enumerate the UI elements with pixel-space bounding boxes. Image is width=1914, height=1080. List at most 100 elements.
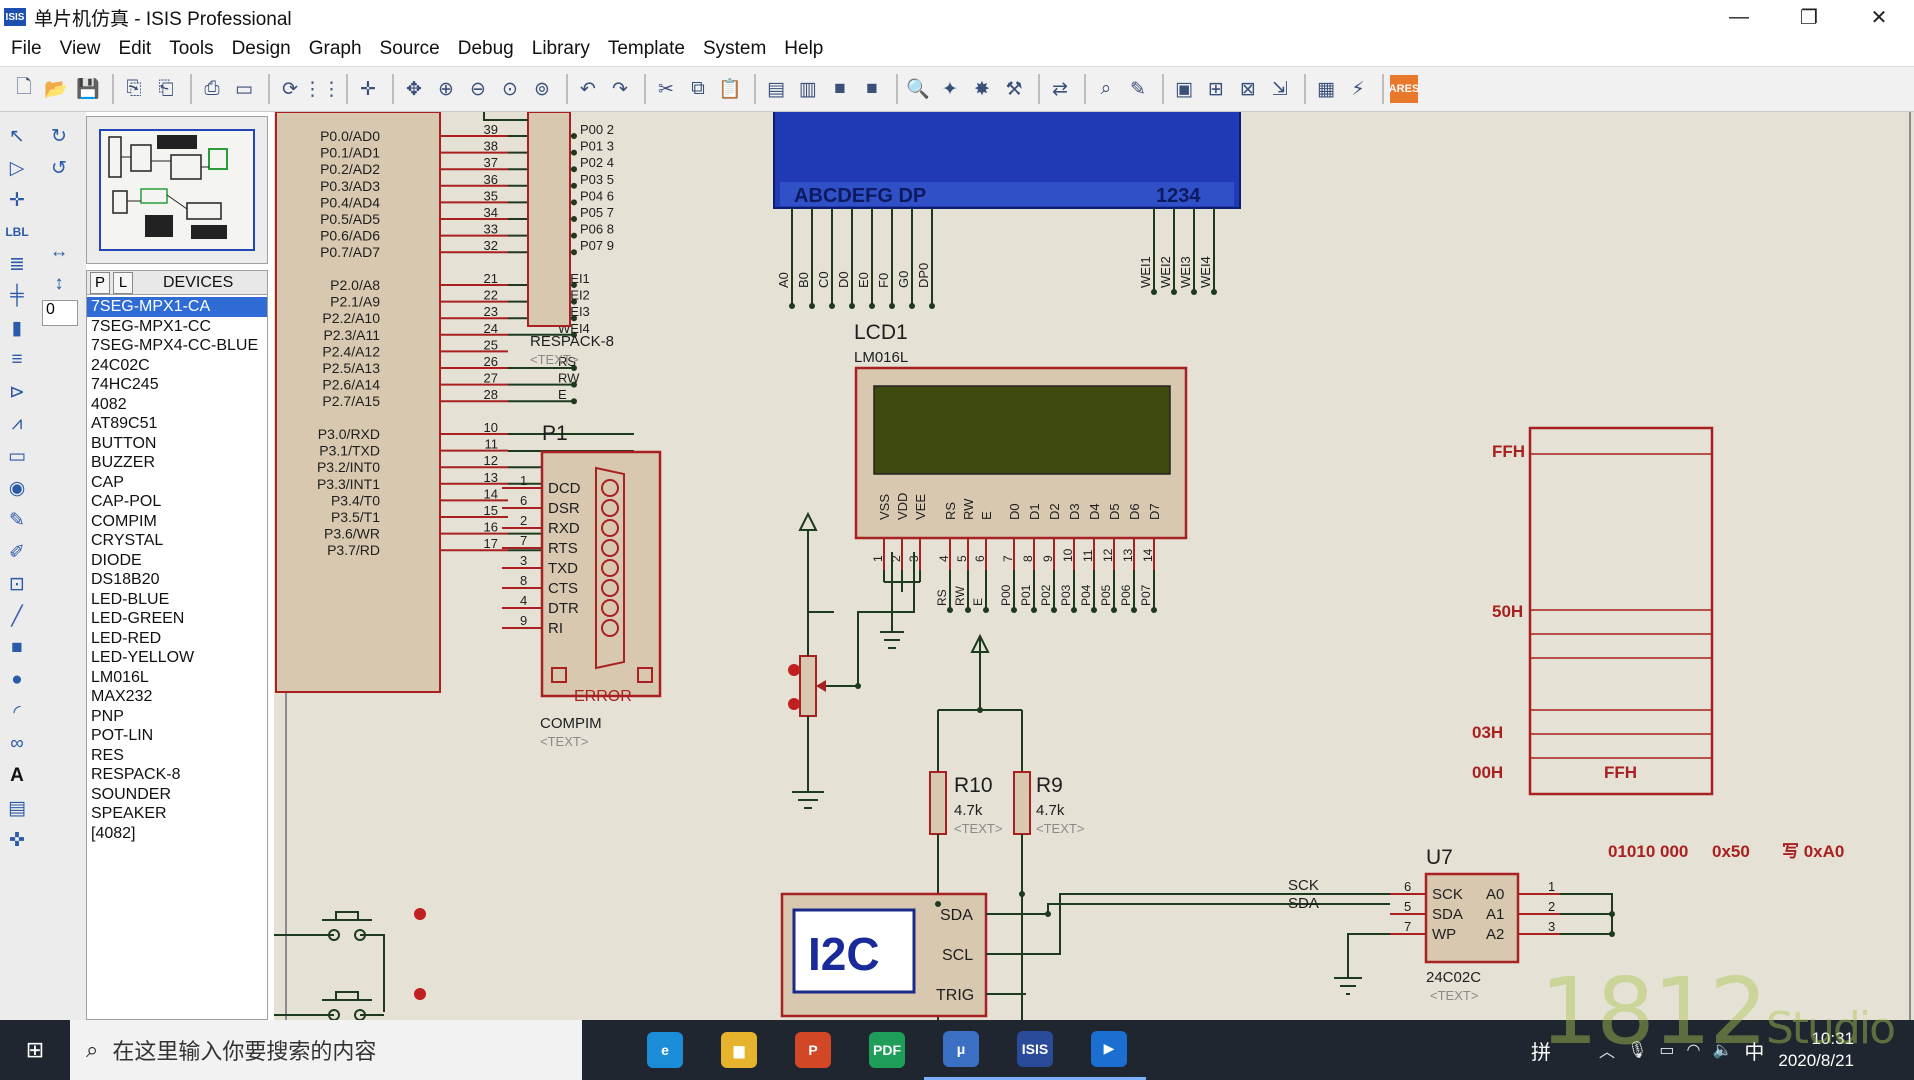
device-item[interactable]: MAX232 — [87, 687, 267, 707]
add-sheet-icon[interactable]: ⊞ — [1202, 75, 1230, 103]
taskbar-app-edge[interactable]: e — [628, 1020, 702, 1080]
schematic-canvas[interactable]: P0.0/AD0 39 P00 2 P0.1/AD1 38 P01 3 P0.2/AD2 37… — [274, 112, 1914, 1020]
restore-button[interactable]: ❐ — [1774, 0, 1844, 34]
copy-icon[interactable]: ⧉ — [684, 75, 712, 103]
taskbar-clock[interactable]: 10:31 2020/8/21 — [1778, 1028, 1854, 1072]
device-item[interactable]: CAP — [87, 473, 267, 493]
pick-devices-button[interactable]: P — [90, 271, 110, 294]
device-item[interactable]: BUZZER — [87, 453, 267, 473]
device-item[interactable]: RES — [87, 746, 267, 766]
menu-file[interactable]: File — [2, 38, 51, 60]
device-item[interactable]: 24C02C — [87, 356, 267, 376]
new-file-icon[interactable]: 🗋 — [10, 75, 38, 103]
overview-window[interactable] — [86, 116, 268, 264]
block-move-icon[interactable]: ▥ — [794, 75, 822, 103]
zoom-all-icon[interactable]: ⊙ — [496, 75, 524, 103]
menu-source[interactable]: Source — [371, 38, 449, 60]
selection-mode-icon[interactable]: ↖ — [2, 122, 32, 150]
remove-sheet-icon[interactable]: ⊠ — [1234, 75, 1262, 103]
overview-viewport[interactable] — [99, 129, 255, 251]
box-tool-icon[interactable]: ■ — [2, 634, 32, 662]
wire-autorouter-icon[interactable]: ⇄ — [1046, 75, 1074, 103]
zoom-out-icon[interactable]: ⊖ — [464, 75, 492, 103]
block-rotate-icon[interactable]: ■ — [826, 75, 854, 103]
undo-icon[interactable]: ↶ — [574, 75, 602, 103]
device-item[interactable]: AT89C51 — [87, 414, 267, 434]
make-device-icon[interactable]: ✦ — [936, 75, 964, 103]
pick-device-icon[interactable]: 🔍 — [904, 75, 932, 103]
taskbar-search[interactable]: ⌕ 在这里输入你要搜索的内容 — [70, 1020, 582, 1080]
device-item[interactable]: [4082] — [87, 824, 267, 844]
zoom-in-icon[interactable]: ⊕ — [432, 75, 460, 103]
refresh-icon[interactable]: ⟳ — [276, 75, 304, 103]
chevron-up-icon[interactable]: ︿ — [1599, 1038, 1615, 1062]
pan-icon[interactable]: ✥ — [400, 75, 428, 103]
device-item[interactable]: LED-RED — [87, 629, 267, 649]
taskbar-app-isis[interactable]: ISIS — [998, 1020, 1072, 1080]
rotation-angle-field[interactable]: 0 — [42, 300, 78, 326]
decompose-icon[interactable]: ⚒ — [1000, 75, 1028, 103]
network-icon[interactable]: ▭ — [1659, 1040, 1674, 1060]
menu-library[interactable]: Library — [523, 38, 599, 60]
wifi-icon[interactable]: ◠ — [1686, 1040, 1700, 1060]
rotate-cw-icon[interactable]: ↻ — [44, 122, 74, 150]
menu-help[interactable]: Help — [775, 38, 832, 60]
text-script-mode-icon[interactable]: ≣ — [2, 250, 32, 278]
zoom-child-icon[interactable]: ⇲ — [1266, 75, 1294, 103]
terminals-mode-icon[interactable]: ≡ — [2, 346, 32, 374]
menu-graph[interactable]: Graph — [300, 38, 371, 60]
subcircuit-mode-icon[interactable]: ▮ — [2, 314, 32, 342]
device-item[interactable]: LED-BLUE — [87, 590, 267, 610]
search-tag-icon[interactable]: ⌕ — [1092, 75, 1120, 103]
device-item[interactable]: BUTTON — [87, 434, 267, 454]
device-item[interactable]: LED-YELLOW — [87, 648, 267, 668]
minimize-button[interactable]: — — [1704, 0, 1774, 34]
bus-mode-icon[interactable]: ╪ — [2, 282, 32, 310]
marker-tool-icon[interactable]: ✜ — [2, 826, 32, 854]
language-indicator[interactable]: 中 — [1744, 1036, 1764, 1065]
device-item[interactable]: 74HC245 — [87, 375, 267, 395]
device-item[interactable]: PNP — [87, 707, 267, 727]
graph-mode-icon[interactable]: ⩘ — [2, 410, 32, 438]
menu-design[interactable]: Design — [223, 38, 300, 60]
voltage-probe-icon[interactable]: ✎ — [2, 506, 32, 534]
open-folder-icon[interactable]: 📂 — [42, 75, 70, 103]
line-tool-icon[interactable]: ╱ — [2, 602, 32, 630]
text-tool-icon[interactable]: A — [2, 762, 32, 790]
device-item[interactable]: COMPIM — [87, 512, 267, 532]
property-tool-icon[interactable]: ✎ — [1124, 75, 1152, 103]
device-pins-mode-icon[interactable]: ⊳ — [2, 378, 32, 406]
taskbar-app-pdf[interactable]: PDF — [850, 1020, 924, 1080]
paste-icon[interactable]: 📋 — [716, 75, 744, 103]
device-item[interactable]: CAP-POL — [87, 492, 267, 512]
taskbar-app-explorer[interactable]: ▆ — [702, 1020, 776, 1080]
ares-icon[interactable]: ARES — [1389, 75, 1419, 103]
device-item[interactable]: LED-GREEN — [87, 609, 267, 629]
cut-icon[interactable]: ✂ — [652, 75, 680, 103]
menu-debug[interactable]: Debug — [449, 38, 523, 60]
tape-recorder-icon[interactable]: ▭ — [2, 442, 32, 470]
block-delete-icon[interactable]: ■ — [858, 75, 886, 103]
circle-tool-icon[interactable]: ● — [2, 666, 32, 694]
device-item[interactable]: CRYSTAL — [87, 531, 267, 551]
start-button[interactable]: ⊞ — [0, 1020, 70, 1080]
current-probe-icon[interactable]: ✐ — [2, 538, 32, 566]
taskbar-app-video[interactable]: ▶ — [1072, 1020, 1146, 1080]
device-item[interactable]: 4082 — [87, 395, 267, 415]
print-area-icon[interactable]: ▭ — [230, 75, 258, 103]
device-item[interactable]: SOUNDER — [87, 785, 267, 805]
library-manager-button[interactable]: L — [113, 271, 133, 294]
device-item[interactable]: POT-LIN — [87, 726, 267, 746]
menu-system[interactable]: System — [694, 38, 775, 60]
device-item[interactable]: DIODE — [87, 551, 267, 571]
ime-indicator[interactable]: 拼 — [1531, 1036, 1551, 1065]
menu-edit[interactable]: Edit — [109, 38, 160, 60]
save-icon[interactable]: 💾 — [74, 75, 102, 103]
origin-icon[interactable]: ✛ — [354, 75, 382, 103]
menu-template[interactable]: Template — [599, 38, 694, 60]
packaging-icon[interactable]: ✸ — [968, 75, 996, 103]
new-sheet-icon[interactable]: ▣ — [1170, 75, 1198, 103]
menu-tools[interactable]: Tools — [160, 38, 222, 60]
mirror-x-icon[interactable]: ↔ — [44, 238, 74, 266]
zoom-area-icon[interactable]: ⊚ — [528, 75, 556, 103]
